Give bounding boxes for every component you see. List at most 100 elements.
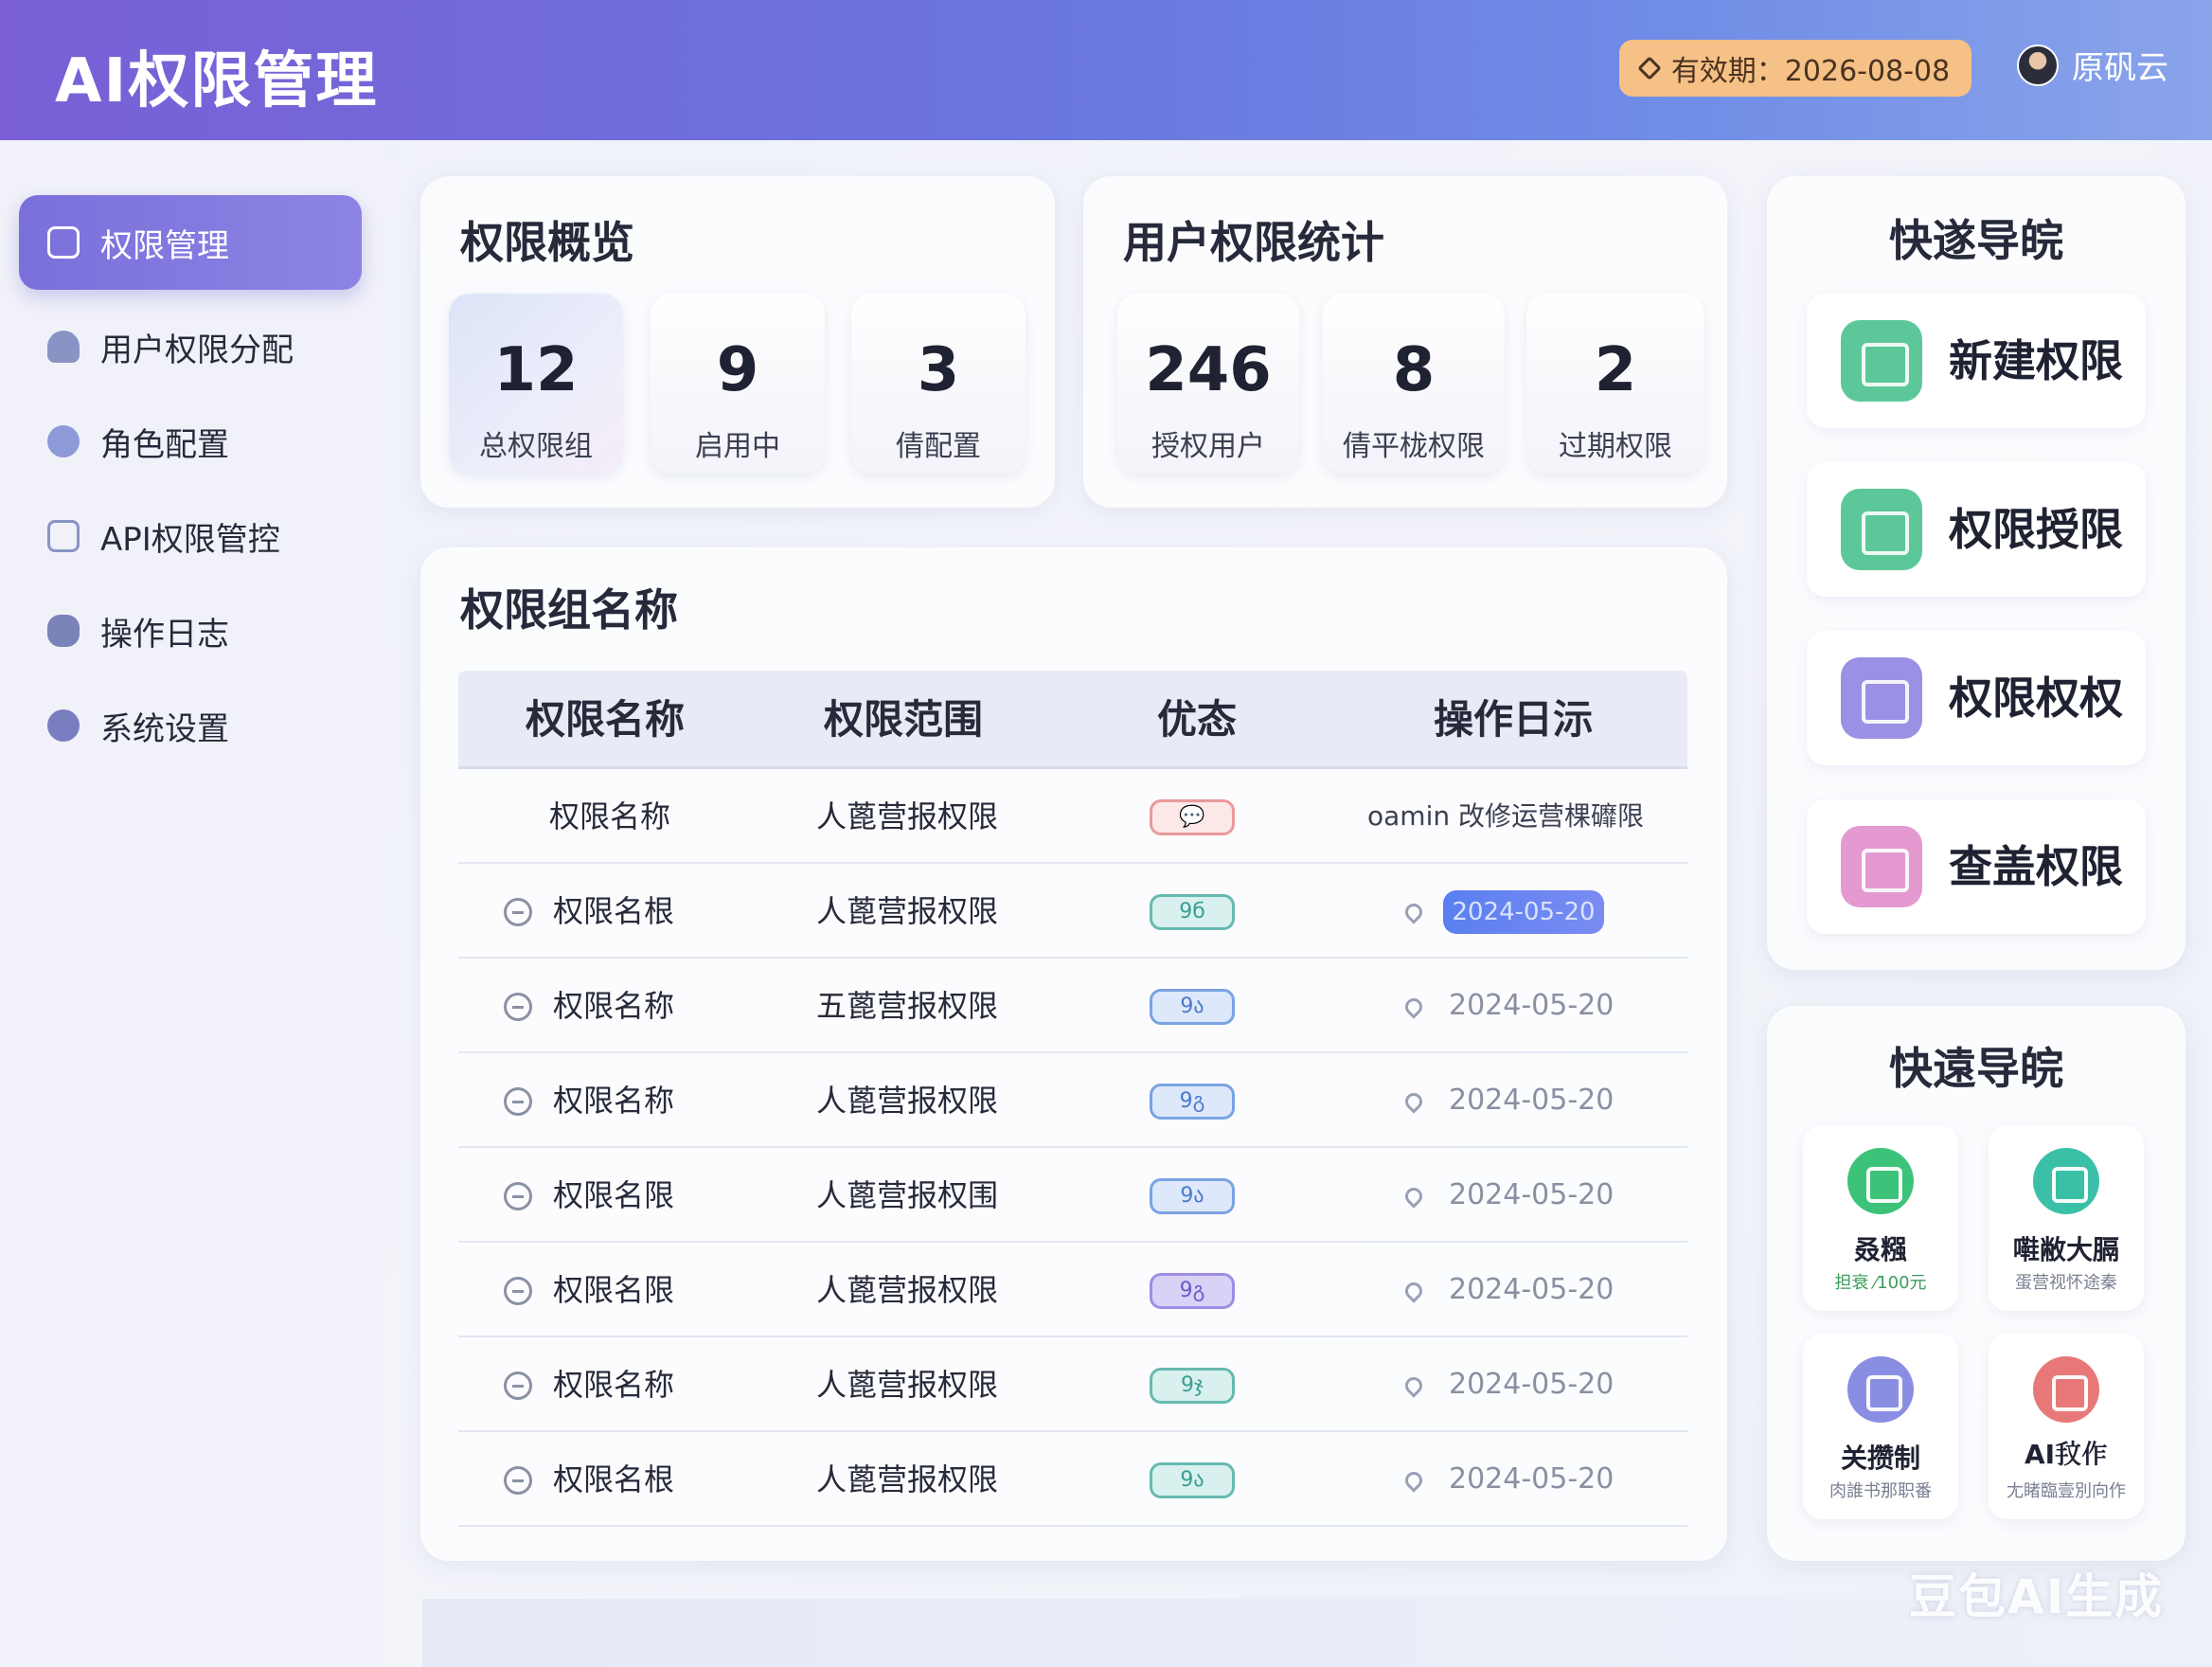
permission-scope: 五蓖营报权限 xyxy=(816,988,999,1024)
settings-icon xyxy=(47,709,80,742)
status-badge[interactable]: 9გ xyxy=(1150,1084,1235,1120)
permission-scope: 人蓖营报权限 xyxy=(816,798,999,834)
table-row[interactable]: 权限名称 人蓖营报权限 9ჯ 2024-05-20 xyxy=(458,1337,1687,1432)
diamond-icon xyxy=(1637,56,1662,81)
stat-total-groups[interactable]: 12 总权限组 xyxy=(449,294,623,474)
minus-circle-icon[interactable] xyxy=(504,1087,532,1116)
sidebar-item-operation-log[interactable]: 操作日志 xyxy=(19,583,362,678)
status-badge[interactable]: 9б xyxy=(1150,894,1235,930)
quick-tile[interactable]: 关攒制 肉誰书那职番 xyxy=(1803,1334,1958,1519)
avatar xyxy=(2017,44,2059,86)
table-header: 权限名称 权限范围 优态 操作日沶 xyxy=(458,671,1687,769)
sidebar-item-role-config[interactable]: 角色配置 xyxy=(19,394,362,489)
monitor-icon xyxy=(2033,1148,2099,1214)
status-badge[interactable]: 9ა xyxy=(1150,1178,1235,1214)
tile-subtitle: 蛋营视怀途秦 xyxy=(2015,1273,2117,1293)
permission-name: 权限名称 xyxy=(553,1083,675,1119)
stat-config[interactable]: 3 倩配置 xyxy=(851,294,1026,474)
stat-expired[interactable]: 2 过期权限 xyxy=(1526,294,1704,474)
quick-tile[interactable]: AI𢪖作 尢睹臨壹別向作 xyxy=(1989,1334,2144,1519)
status-badge[interactable]: 9ჯ xyxy=(1150,1368,1235,1404)
sidebar-item-system-settings[interactable]: 系统设置 xyxy=(19,678,362,773)
watermark: 豆包AI生成 xyxy=(1909,1569,2165,1624)
tile-subtitle: 担衰 ⁄100元 xyxy=(1834,1273,1927,1293)
table-row[interactable]: 权限名限 人蓖营报权围 9ა 2024-05-20 xyxy=(458,1148,1687,1243)
quick-tile[interactable]: 叒糨 担衰 ⁄100元 xyxy=(1803,1125,1958,1311)
log-date: 2024-05-20 xyxy=(1449,1178,1614,1211)
permission-name: 权限名称 xyxy=(549,798,671,834)
table-row[interactable]: 权限名限 人蓖营报权限 9გ 2024-05-20 xyxy=(458,1243,1687,1337)
tile-subtitle: 肉誰书那职番 xyxy=(1829,1481,1932,1501)
quick-button-label: 权限授限 xyxy=(1949,504,2123,555)
status-badge[interactable]: 💬 xyxy=(1150,799,1235,835)
stat-value: 2 xyxy=(1594,335,1637,405)
minus-circle-icon[interactable] xyxy=(504,1371,532,1400)
user-menu[interactable]: 原矾云 xyxy=(2017,42,2168,88)
status-badge[interactable]: 9ა xyxy=(1150,1462,1235,1498)
permission-scope: 人蓖营报权限 xyxy=(816,1461,999,1497)
log-date: 2024-05-20 xyxy=(1449,1273,1614,1306)
column-header[interactable]: 优态 xyxy=(1055,671,1339,769)
sidebar-item-label: API权限管控 xyxy=(100,520,280,559)
stat-label: 倩配置 xyxy=(896,430,981,463)
minus-circle-icon[interactable] xyxy=(504,1277,532,1305)
tile-title: 嚡敝大膈 xyxy=(2012,1234,2119,1265)
app-title: AI权限管理 xyxy=(55,46,379,117)
location-pin-icon xyxy=(1401,995,1426,1019)
minus-circle-icon[interactable] xyxy=(504,993,532,1021)
stat-value: 12 xyxy=(493,335,579,405)
log-date: 2024-05-20 xyxy=(1449,989,1614,1022)
sidebar-item-user-permission[interactable]: 用户权限分配 xyxy=(19,299,362,394)
sidebar: 权限管理 用户权限分配 角色配置 API权限管控 操作日志 系统设置 xyxy=(0,140,383,1667)
status-badge[interactable]: 9გ xyxy=(1150,1273,1235,1309)
quick-button-label: 新建权限 xyxy=(1949,335,2123,386)
location-pin-icon xyxy=(1401,1373,1426,1398)
folder-icon xyxy=(1841,320,1922,402)
folder-icon xyxy=(1841,489,1922,570)
permission-name: 权限名限 xyxy=(553,1177,675,1213)
stat-authorized-users[interactable]: 246 授权用户 xyxy=(1117,294,1299,474)
column-header[interactable]: 权限范围 xyxy=(752,671,1055,769)
stat-permissions[interactable]: 8 倩平栊权限 xyxy=(1323,294,1505,474)
stat-value: 8 xyxy=(1392,335,1436,405)
status-badge[interactable]: 9ა xyxy=(1150,989,1235,1025)
table-row[interactable]: 权限名根 人蓖营报权限 9б 2024-05-20 xyxy=(458,864,1687,959)
minus-circle-icon[interactable] xyxy=(504,1182,532,1210)
stat-value: 3 xyxy=(917,335,960,405)
stat-value: 9 xyxy=(716,335,759,405)
validity-badge[interactable]: 有效期：2026-08-08 xyxy=(1619,40,1971,97)
view-permission-button[interactable]: 查盖权限 xyxy=(1807,799,2146,934)
tile-title: 叒糨 xyxy=(1853,1234,1907,1265)
log-date: 2024-05-20 xyxy=(1449,1084,1614,1117)
new-permission-button[interactable]: 新建权限 xyxy=(1807,294,2146,428)
table-row[interactable]: 权限名根 人蓖营报权限 9ა 2024-05-20 xyxy=(458,1432,1687,1527)
quick-nav-title-2: 快遠导皖 xyxy=(1889,1043,2063,1094)
location-pin-icon xyxy=(1401,900,1426,924)
permission-name: 权限名称 xyxy=(553,988,675,1024)
log-icon xyxy=(47,615,80,647)
role-icon xyxy=(47,425,80,457)
permission-scope: 人蓖营报权围 xyxy=(816,1177,999,1213)
table-row[interactable]: 权限名称 人蓖营报权限 💬 oamin 改修运营棵䃺限 xyxy=(458,769,1687,864)
minus-circle-icon[interactable] xyxy=(504,1466,532,1495)
location-pin-icon xyxy=(1401,1468,1426,1493)
sidebar-item-label: 权限管理 xyxy=(100,226,229,265)
table-row[interactable]: 权限名称 人蓖营报权限 9გ 2024-05-20 xyxy=(458,1053,1687,1148)
permission-table: 权限名称 权限范围 优态 操作日沶 权限名称 人蓖营报权限 💬 oamin 改修运营棵… xyxy=(458,671,1687,1527)
grant-permission-button[interactable]: 权限授限 xyxy=(1807,462,2146,597)
table-row[interactable]: 权限名称 五蓖营报权限 9ა 2024-05-20 xyxy=(458,959,1687,1053)
minus-circle-icon[interactable] xyxy=(504,898,532,926)
sidebar-item-api-control[interactable]: API权限管控 xyxy=(19,489,362,583)
user-stats-card: 用户权限统计 246 授权用户 8 倩平栊权限 2 过期权限 xyxy=(1083,176,1727,508)
location-pin-icon xyxy=(1401,1184,1426,1209)
stat-label: 倩平栊权限 xyxy=(1343,430,1485,463)
stat-label: 总权限组 xyxy=(479,430,593,463)
stat-enabled[interactable]: 9 启用中 xyxy=(651,294,825,474)
quick-nav-title: 快遂导皖 xyxy=(1889,215,2063,266)
permission-rights-button[interactable]: 权限权权 xyxy=(1807,631,2146,765)
quick-tile[interactable]: 嚡敝大膈 蛋营视怀途秦 xyxy=(1989,1125,2144,1311)
sidebar-item-permission-management[interactable]: 权限管理 xyxy=(19,195,362,290)
column-header[interactable]: 操作日沶 xyxy=(1339,671,1687,769)
tile-subtitle: 尢睹臨壹別向作 xyxy=(2007,1481,2126,1501)
column-header[interactable]: 权限名称 xyxy=(458,671,752,769)
